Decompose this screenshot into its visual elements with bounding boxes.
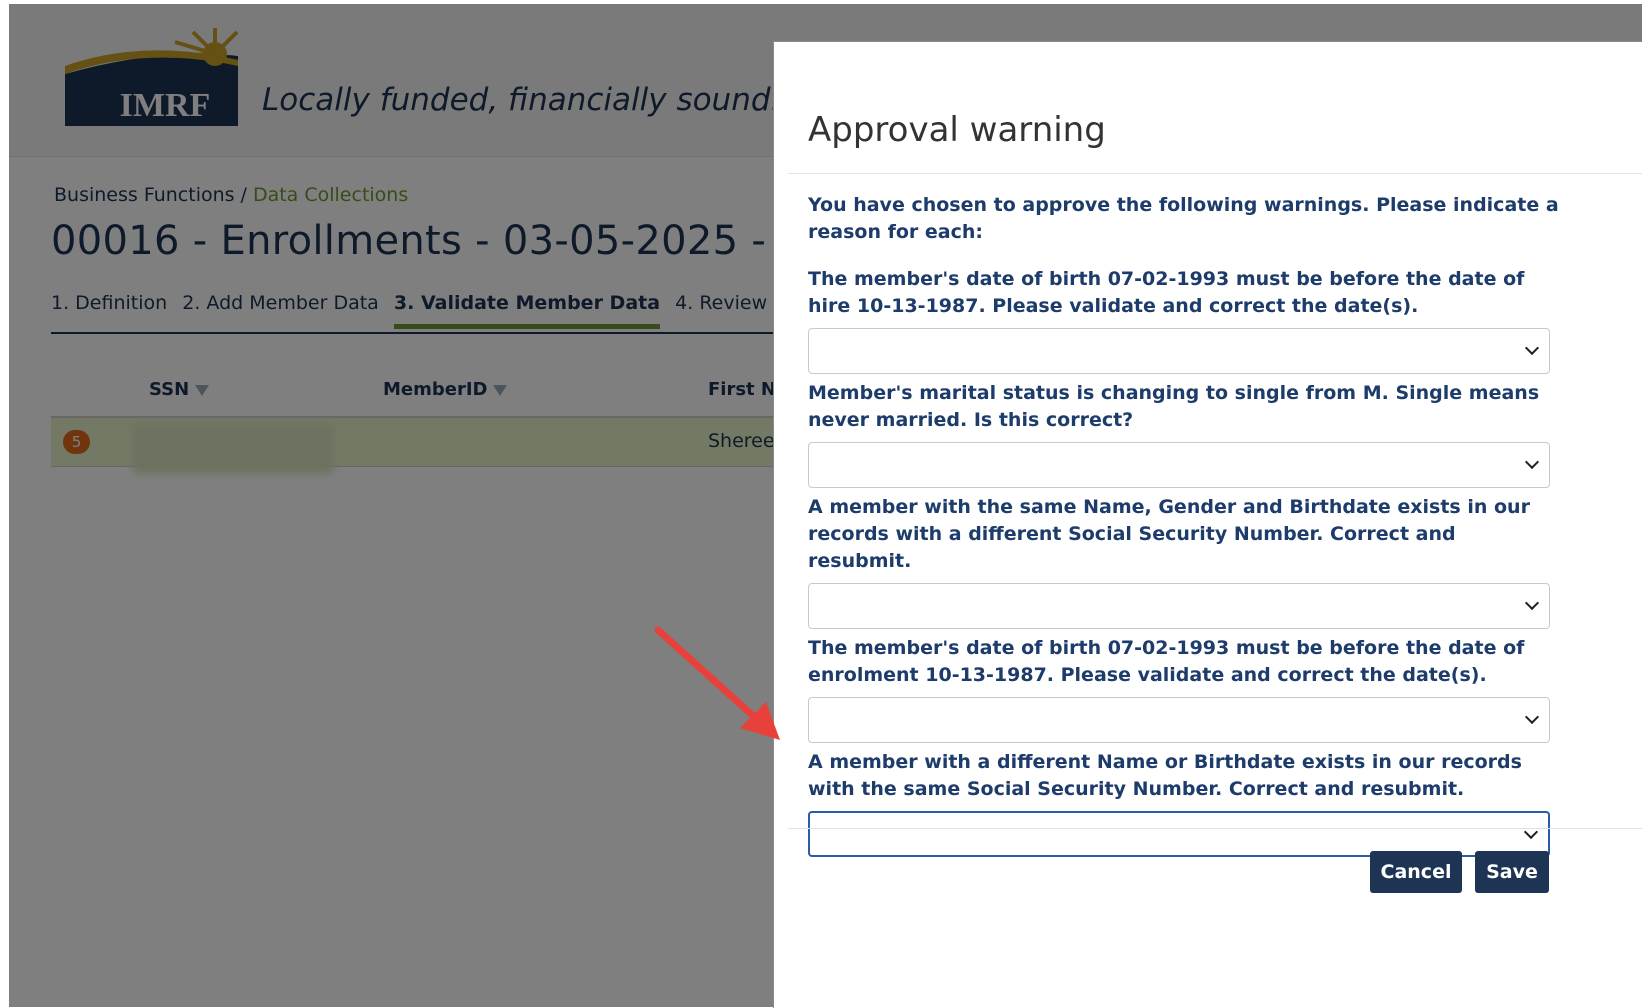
save-button[interactable]: Save bbox=[1475, 851, 1549, 893]
modal-title: Approval warning bbox=[808, 110, 1106, 150]
chevron-down-icon bbox=[1524, 454, 1540, 470]
warnings-list: The member's date of birth 07-02-1993 mu… bbox=[808, 266, 1550, 863]
modal-header-divider bbox=[788, 173, 1642, 174]
warning-label: A member with a different Name or Birthd… bbox=[808, 751, 1522, 800]
reason-select[interactable] bbox=[808, 583, 1550, 629]
approval-warning-dialog: Approval warning You have chosen to appr… bbox=[773, 41, 1642, 1008]
reason-select[interactable] bbox=[808, 328, 1550, 374]
annotation-arrow-icon bbox=[654, 626, 780, 740]
modal-intro-text: You have chosen to approve the following… bbox=[808, 194, 1559, 243]
reason-select[interactable] bbox=[808, 697, 1550, 743]
reason-select[interactable] bbox=[808, 442, 1550, 488]
warning-label: The member's date of birth 07-02-1993 mu… bbox=[808, 637, 1525, 686]
modal-footer-divider bbox=[788, 828, 1642, 829]
cancel-button[interactable]: Cancel bbox=[1370, 851, 1462, 893]
chevron-down-icon bbox=[1524, 340, 1540, 356]
warning-label: The member's date of birth 07-02-1993 mu… bbox=[808, 268, 1525, 317]
chevron-down-icon bbox=[1524, 709, 1540, 725]
warning-label: A member with the same Name, Gender and … bbox=[808, 496, 1530, 572]
warning-label: Member's marital status is changing to s… bbox=[808, 382, 1540, 431]
chevron-down-icon bbox=[1524, 595, 1540, 611]
